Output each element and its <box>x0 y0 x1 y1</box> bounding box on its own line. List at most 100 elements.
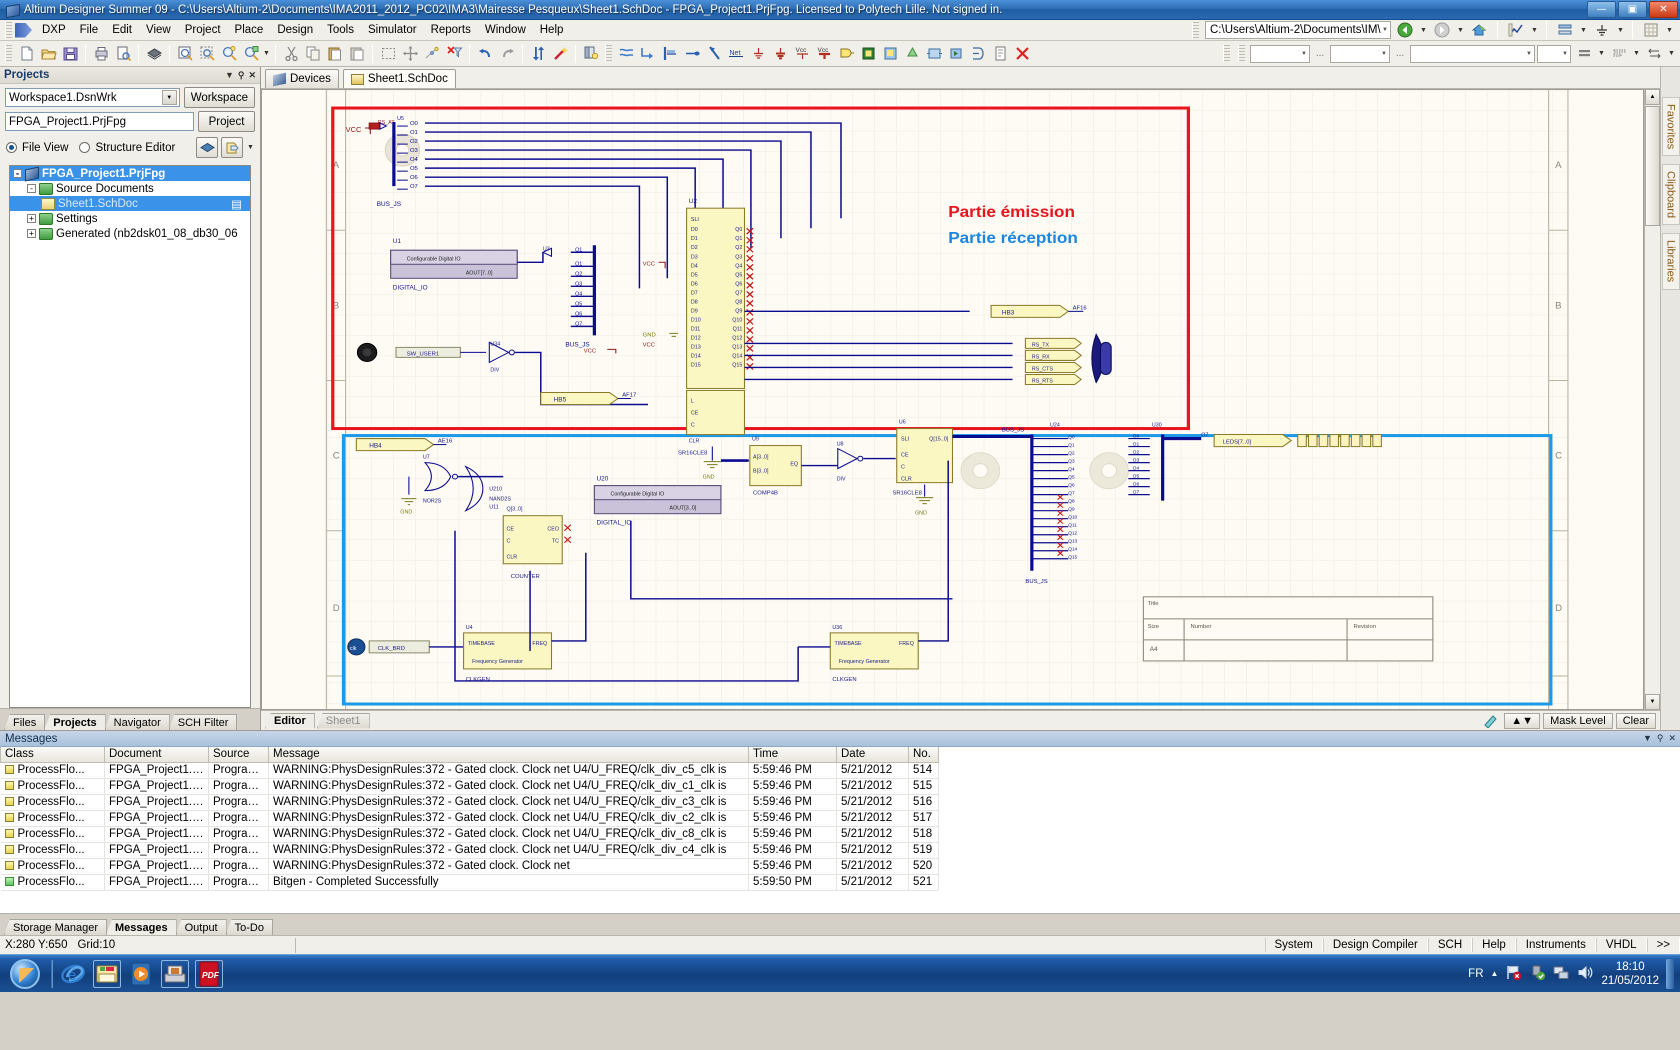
open-folder-icon[interactable] <box>37 43 59 65</box>
no-erc-icon[interactable] <box>1011 43 1033 65</box>
doc-tab-sheet1-schdoc[interactable]: Sheet1.SchDoc <box>343 69 456 88</box>
workspace-button[interactable]: Workspace <box>184 87 255 108</box>
status-button-help[interactable]: Help <box>1472 938 1516 952</box>
edit-mask-icon[interactable] <box>1479 710 1501 732</box>
messages-pin-icon[interactable]: ⚲ <box>1657 733 1664 744</box>
tree-expander-icon[interactable]: + <box>27 214 36 223</box>
scroll-thumb[interactable] <box>1645 106 1660 226</box>
tray-language-indicator[interactable]: FR <box>1468 968 1483 980</box>
canvas-vertical-scrollbar[interactable]: ▲ ▼ <box>1644 89 1660 710</box>
network-icon[interactable] <box>1553 964 1570 984</box>
menu-item-help[interactable]: Help <box>533 22 571 38</box>
layer-stack-icon[interactable] <box>1554 19 1576 41</box>
print-icon[interactable] <box>90 43 112 65</box>
tree-expander-icon[interactable]: + <box>27 229 36 238</box>
quicklaunch-internet-explorer[interactable]: e <box>56 957 90 991</box>
project-tree[interactable]: - FPGA_Project1.PrjFpg - Source Document… <box>9 165 251 708</box>
table-row[interactable]: ProcessFlo...FPGA_Project1.NCDProgramm..… <box>1 778 939 794</box>
forward-navigate-icon[interactable] <box>1431 19 1453 41</box>
table-row[interactable]: ProcessFlo...FPGA_Project1.NCDProgramm..… <box>1 874 939 890</box>
tree-expander-icon[interactable]: - <box>13 169 22 178</box>
place-part-icon[interactable] <box>835 43 857 65</box>
project-field[interactable]: FPGA_Project1.PrjFpg <box>5 112 194 131</box>
align-dropdown-icon[interactable]: ▼ <box>1597 50 1606 57</box>
place-bus-icon[interactable] <box>615 43 637 65</box>
status-button-design-compiler[interactable]: Design Compiler <box>1323 938 1428 952</box>
quicklaunch-scanner[interactable] <box>158 957 192 991</box>
port-icon[interactable] <box>945 43 967 65</box>
paste-icon[interactable] <box>324 43 346 65</box>
grid-panel-icon[interactable] <box>1640 19 1662 41</box>
menu-item-edit[interactable]: Edit <box>105 22 139 38</box>
print-preview-icon[interactable] <box>112 43 134 65</box>
fpga-icon[interactable] <box>857 43 879 65</box>
col-header-message[interactable]: Message <box>269 747 749 762</box>
tree-item-source-documents[interactable]: - Source Documents <box>10 181 250 196</box>
col-header-time[interactable]: Time <box>749 747 837 762</box>
minimize-button[interactable]: — <box>1587 1 1616 18</box>
volume-icon[interactable] <box>1577 964 1594 984</box>
place-wire-icon[interactable] <box>637 43 659 65</box>
clear-filter-icon[interactable] <box>443 43 465 65</box>
messages-close-icon[interactable]: ✕ <box>1668 733 1676 744</box>
menu-item-reports[interactable]: Reports <box>424 22 478 38</box>
clear-button[interactable]: Clear <box>1616 713 1656 729</box>
move-icon[interactable] <box>399 43 421 65</box>
filter-combo-1[interactable]: ▼ <box>1250 45 1310 63</box>
editor-tab-editor[interactable]: Editor <box>265 713 315 729</box>
copy-icon[interactable] <box>302 43 324 65</box>
grid-dropdown-icon[interactable]: ▼ <box>1665 27 1674 34</box>
structure-editor-radio[interactable] <box>79 142 90 153</box>
paste-special-icon[interactable] <box>346 43 368 65</box>
sheet-nav-icon[interactable] <box>989 43 1011 65</box>
forward-dropdown-icon[interactable]: ▼ <box>1456 27 1465 34</box>
status-button-instruments[interactable]: Instruments <box>1516 938 1596 952</box>
toolbar-grip-3[interactable] <box>1223 45 1230 62</box>
maximize-button[interactable]: ▣ <box>1618 1 1647 18</box>
ground-symbol-icon[interactable] <box>1591 19 1613 41</box>
flag-error-icon[interactable] <box>1505 964 1522 984</box>
tree-item-settings[interactable]: + Settings <box>10 211 250 226</box>
table-row[interactable]: ProcessFlo...FPGA_Project1.NCDProgramm..… <box>1 858 939 874</box>
undo-icon[interactable] <box>474 43 496 65</box>
nav-toolbar-grip[interactable] <box>1192 22 1199 39</box>
close-button[interactable]: ✕ <box>1649 1 1678 18</box>
editor-tab-sheet1[interactable]: Sheet1 <box>317 713 370 729</box>
smart-paste-icon[interactable] <box>421 43 443 65</box>
toolbar-grip-2[interactable] <box>605 45 612 62</box>
messages-grid[interactable]: Class Document Source Message Time Date … <box>0 747 1680 913</box>
toolbar-grip-1[interactable] <box>5 45 12 62</box>
zoom-filter-icon[interactable] <box>240 43 262 65</box>
back-dropdown-icon[interactable]: ▼ <box>1419 27 1428 34</box>
menu-item-project[interactable]: Project <box>178 22 228 38</box>
toolbar-grip-4[interactable] <box>1238 45 1245 62</box>
open-document-icon[interactable] <box>221 137 243 158</box>
vcc-power-2-icon[interactable]: Vcc <box>813 43 835 65</box>
save-icon[interactable] <box>59 43 81 65</box>
tab-todo[interactable]: To-Do <box>226 919 273 935</box>
tree-item-project[interactable]: - FPGA_Project1.PrjFpg <box>10 166 250 181</box>
menu-item-simulator[interactable]: Simulator <box>361 22 424 38</box>
table-row[interactable]: ProcessFlo...FPGA_Project1.NCDProgramm..… <box>1 842 939 858</box>
chart-dropdown-icon[interactable]: ▼ <box>1530 27 1539 34</box>
panel-close-icon[interactable]: ✕ <box>248 70 256 81</box>
tree-expander-icon[interactable]: - <box>27 184 36 193</box>
mask-level-button[interactable]: Mask Level <box>1543 713 1613 729</box>
cut-icon[interactable] <box>280 43 302 65</box>
dock-tab-libraries[interactable]: Libraries <box>1662 233 1680 289</box>
new-document-icon[interactable] <box>15 43 37 65</box>
document-path-combo[interactable]: C:\Users\Altium-2\Documents\IM\ ▼ <box>1205 21 1391 39</box>
project-options-icon[interactable] <box>196 137 218 158</box>
place-net-label-icon[interactable] <box>681 43 703 65</box>
net-icon[interactable]: Net <box>725 43 747 65</box>
open-document-dropdown-icon[interactable]: ▼ <box>246 144 255 151</box>
gnd-power-2-icon[interactable] <box>769 43 791 65</box>
tab-files[interactable]: Files <box>4 714 45 730</box>
board-icon[interactable] <box>143 43 165 65</box>
quicklaunch-pdf[interactable]: PDF <box>192 957 226 991</box>
zoom-dropdown-icon[interactable]: ▼ <box>262 50 271 57</box>
chart-ruler-icon[interactable] <box>1505 19 1527 41</box>
col-header-no[interactable]: No. <box>909 747 939 762</box>
menu-item-design[interactable]: Design <box>270 22 320 38</box>
table-row[interactable]: ProcessFlo...FPGA_Project1.NCDProgramm..… <box>1 794 939 810</box>
